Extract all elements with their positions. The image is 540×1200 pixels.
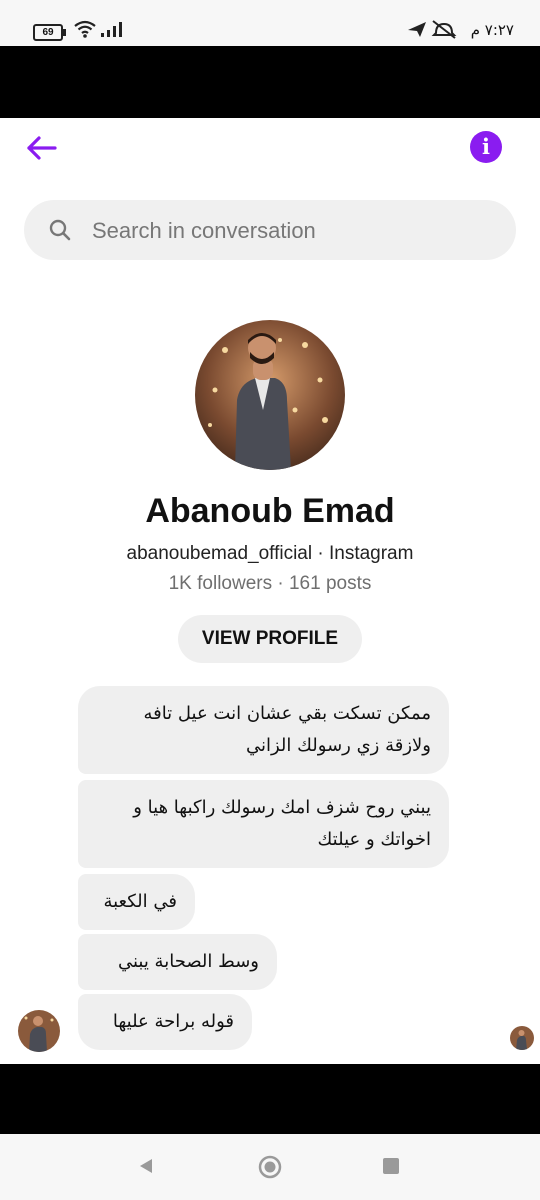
black-band-bottom bbox=[0, 1064, 540, 1134]
wifi-icon bbox=[74, 20, 96, 38]
sender-avatar[interactable] bbox=[18, 1010, 60, 1052]
signal-icon bbox=[101, 22, 122, 37]
back-arrow-icon[interactable] bbox=[24, 130, 60, 166]
message-bubble[interactable]: قوله براحة عليها bbox=[78, 994, 252, 1050]
system-navigation-bar bbox=[0, 1134, 540, 1200]
status-bar: 69 ٧:٢٧ م bbox=[0, 0, 540, 46]
battery-icon: 69 bbox=[33, 24, 66, 41]
profile-handle: abanoubemad_official · Instagram bbox=[126, 543, 414, 564]
search-bar[interactable] bbox=[24, 200, 516, 262]
status-time: ٧:٢٧ م bbox=[470, 21, 514, 39]
message-bubble[interactable]: وسط الصحابة يبني bbox=[78, 934, 277, 990]
nav-back-icon[interactable] bbox=[136, 1156, 156, 1176]
message-bubble[interactable]: ممكن تسكت بقي عشان انت عيل تافه ولازقة ز… bbox=[78, 686, 449, 774]
info-icon[interactable]: i bbox=[470, 131, 502, 163]
profile-stats: 1K followers · 161 posts bbox=[168, 573, 372, 594]
conversation-info-screen: i Search in conversation Abanoub Emad ab… bbox=[0, 118, 540, 1064]
nav-home-icon[interactable] bbox=[258, 1155, 282, 1179]
nav-recent-apps-icon[interactable] bbox=[383, 1158, 399, 1174]
message-bubble[interactable]: يبني روح شزف امك رسولك راكبها هيا و اخوا… bbox=[78, 780, 449, 868]
message-bubble[interactable]: في الكعبة bbox=[78, 874, 195, 930]
profile-name: Abanoub Emad bbox=[145, 492, 395, 530]
view-profile-button[interactable]: VIEW PROFILE bbox=[178, 615, 362, 663]
black-band-top bbox=[0, 46, 540, 118]
search-icon bbox=[49, 219, 71, 241]
seen-indicator-avatar bbox=[510, 1026, 534, 1050]
profile-avatar[interactable] bbox=[195, 320, 345, 470]
search-input[interactable] bbox=[90, 200, 494, 262]
notification-icons bbox=[408, 20, 457, 39]
